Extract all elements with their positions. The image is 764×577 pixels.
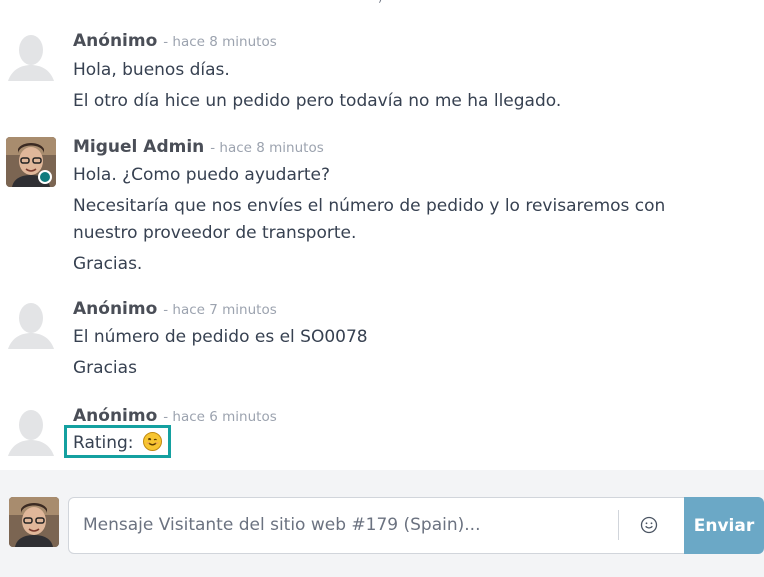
- author-name: Anónimo: [73, 299, 158, 319]
- emoji-smiley-icon: [640, 516, 658, 534]
- emoji-button[interactable]: [635, 511, 663, 539]
- online-status-indicator: [38, 170, 52, 184]
- message-input[interactable]: [83, 512, 603, 538]
- message-text: Gracias.: [73, 254, 143, 274]
- message-text: El otro día hice un pedido pero todavía …: [73, 91, 562, 111]
- message-text: El número de pedido es el SO0078: [73, 327, 368, 347]
- composer-divider: [618, 510, 619, 540]
- message-composer: Enviar: [68, 497, 764, 554]
- message-timestamp: - hace 8 minutos: [210, 140, 324, 156]
- smiling-face-icon: [142, 432, 162, 451]
- current-user-avatar: [9, 497, 59, 547]
- author-name: Anónimo: [73, 31, 158, 51]
- message-header: Anónimo - hace 7 minutos: [73, 299, 277, 319]
- rating: Rating:: [73, 432, 162, 453]
- send-button[interactable]: Enviar: [684, 497, 764, 554]
- message-text: Hola. ¿Como puedo ayudarte?: [73, 165, 331, 185]
- anonymous-avatar: [6, 406, 56, 456]
- author-name: Miguel Admin: [73, 137, 205, 157]
- message-text: Gracias: [73, 358, 137, 378]
- message-timestamp: - hace 7 minutos: [163, 302, 277, 318]
- message-text: Necesitaría que nos envíes el número de …: [73, 196, 666, 216]
- message-text: nuestro proveedor de transporte.: [73, 223, 357, 243]
- message-timestamp: - hace 6 minutos: [163, 409, 277, 425]
- user-silhouette-icon: [8, 410, 54, 456]
- user-silhouette-icon: [8, 303, 54, 349]
- message-header: Miguel Admin - hace 8 minutos: [73, 137, 324, 157]
- message-timestamp: - hace 8 minutos: [163, 34, 277, 50]
- user-silhouette-icon: [8, 35, 54, 81]
- anonymous-avatar: [6, 299, 56, 349]
- message-text: Hola, buenos días.: [73, 60, 230, 80]
- composer-area: Enviar: [0, 470, 764, 577]
- chat-thread: Anónimo - hace 8 minutos Hola, buenos día…: [0, 0, 764, 470]
- anonymous-avatar: [6, 31, 56, 81]
- message-header: Anónimo - hace 8 minutos: [73, 31, 277, 51]
- message-header: Anónimo - hace 6 minutos: [73, 406, 277, 426]
- rating-label: Rating:: [73, 433, 134, 453]
- rating-highlight: Rating:: [64, 425, 171, 458]
- author-name: Anónimo: [73, 406, 158, 426]
- admin-avatar: [6, 137, 56, 187]
